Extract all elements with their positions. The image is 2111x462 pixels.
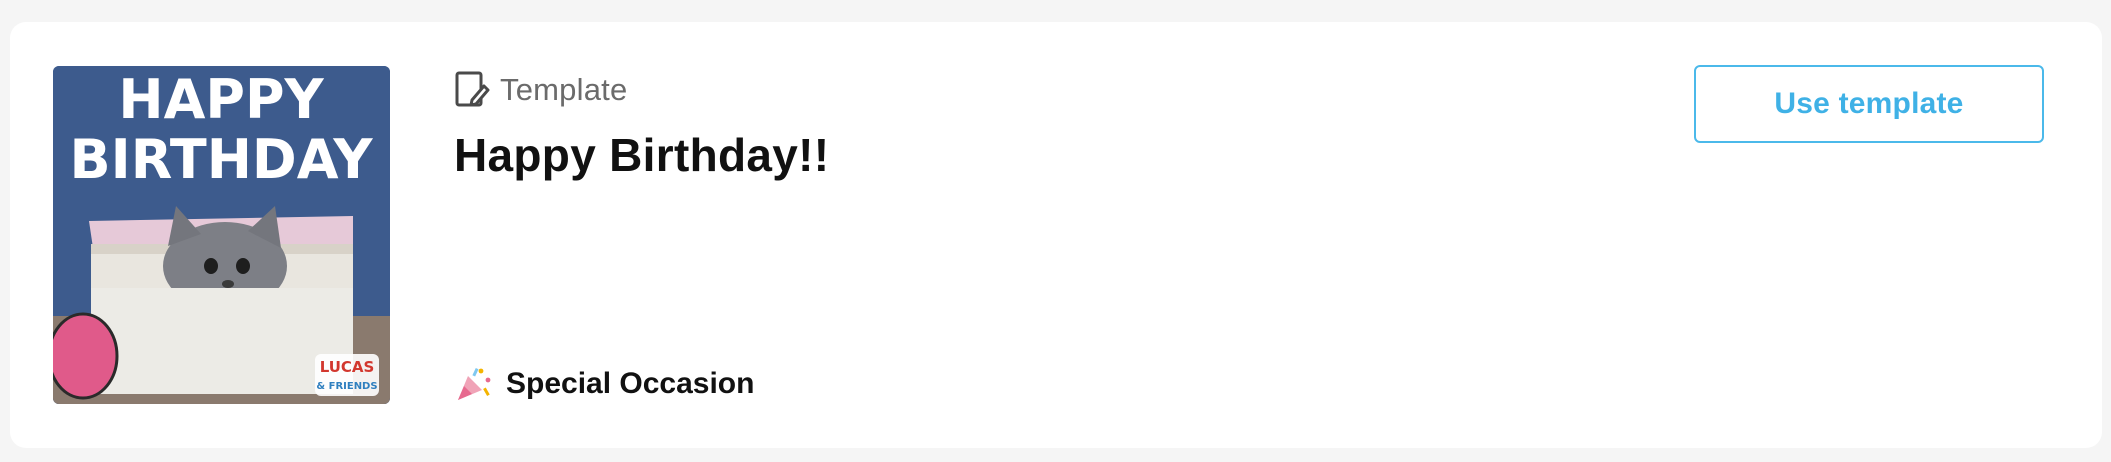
- template-type-label: Template: [500, 72, 628, 107]
- template-type-row: Template: [454, 68, 1654, 112]
- template-thumbnail[interactable]: HAPPY BIRTHDAY LUCAS & FRIENDS: [53, 66, 390, 404]
- birthday-kitten-image: HAPPY BIRTHDAY LUCAS & FRIENDS: [53, 66, 390, 404]
- thumb-text-line1: HAPPY: [118, 68, 324, 131]
- template-info: Template Happy Birthday!! Special Occasi…: [454, 66, 1654, 406]
- category-row: Special Occasion: [454, 362, 754, 406]
- template-edit-icon: [454, 70, 490, 110]
- thumb-logo-text1: LUCAS: [320, 358, 375, 376]
- category-label: Special Occasion: [506, 367, 755, 400]
- use-template-button[interactable]: Use template: [1694, 65, 2044, 143]
- template-card[interactable]: HAPPY BIRTHDAY LUCAS & FRIENDS Template …: [10, 22, 2102, 448]
- thumb-logo-text2: & FRIENDS: [316, 381, 377, 392]
- thumb-text-line2: BIRTHDAY: [70, 128, 374, 191]
- party-popper-icon: [454, 364, 494, 404]
- template-title: Happy Birthday!!: [454, 129, 830, 181]
